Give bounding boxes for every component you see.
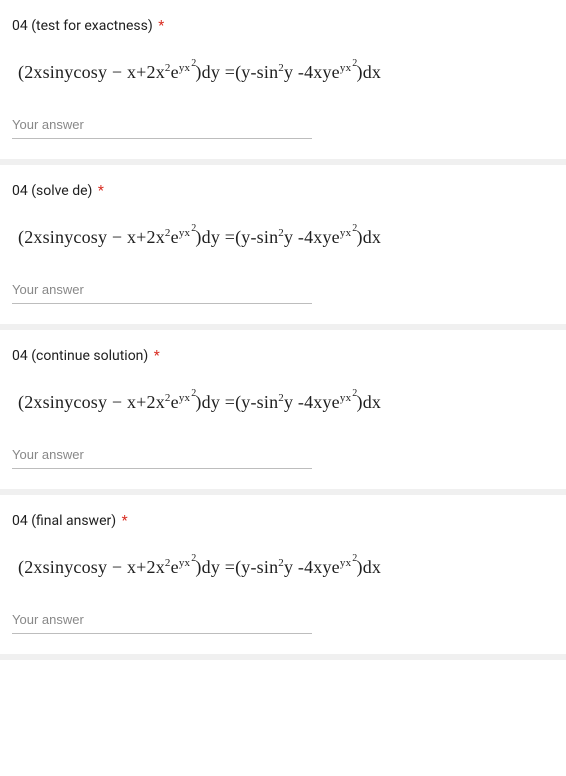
question-card-solve-de: 04 (solve de) * (2xsinycosy − x+2x2eyx2)… [0, 165, 566, 330]
question-title: 04 (solve de) * [12, 183, 554, 199]
question-card-continue-solution: 04 (continue solution) * (2xsinycosy − x… [0, 330, 566, 495]
question-card-final-answer: 04 (final answer) * (2xsinycosy − x+2x2e… [0, 495, 566, 660]
question-title: 04 (continue solution) * [12, 348, 554, 364]
equation-display: (2xsinycosy − x+2x2eyx2)dy =(y-sin2y -4x… [18, 62, 554, 83]
equation-display: (2xsinycosy − x+2x2eyx2)dy =(y-sin2y -4x… [18, 227, 554, 248]
answer-row [12, 608, 554, 634]
question-title-text: 04 (solve de) [12, 183, 92, 199]
answer-row [12, 443, 554, 469]
answer-input[interactable] [12, 113, 312, 139]
required-marker: * [122, 513, 128, 529]
answer-input[interactable] [12, 278, 312, 304]
question-title: 04 (test for exactness) * [12, 18, 554, 34]
answer-row [12, 278, 554, 304]
equation-display: (2xsinycosy − x+2x2eyx2)dy =(y-sin2y -4x… [18, 557, 554, 578]
required-marker: * [154, 348, 160, 364]
question-title-text: 04 (final answer) [12, 513, 116, 529]
question-title: 04 (final answer) * [12, 513, 554, 529]
question-title-text: 04 (test for exactness) [12, 18, 153, 34]
question-card-test-exactness: 04 (test for exactness) * (2xsinycosy − … [0, 0, 566, 165]
answer-input[interactable] [12, 443, 312, 469]
answer-input[interactable] [12, 608, 312, 634]
question-title-text: 04 (continue solution) [12, 348, 148, 364]
answer-row [12, 113, 554, 139]
equation-display: (2xsinycosy − x+2x2eyx2)dy =(y-sin2y -4x… [18, 392, 554, 413]
required-marker: * [98, 183, 104, 199]
required-marker: * [158, 18, 164, 34]
